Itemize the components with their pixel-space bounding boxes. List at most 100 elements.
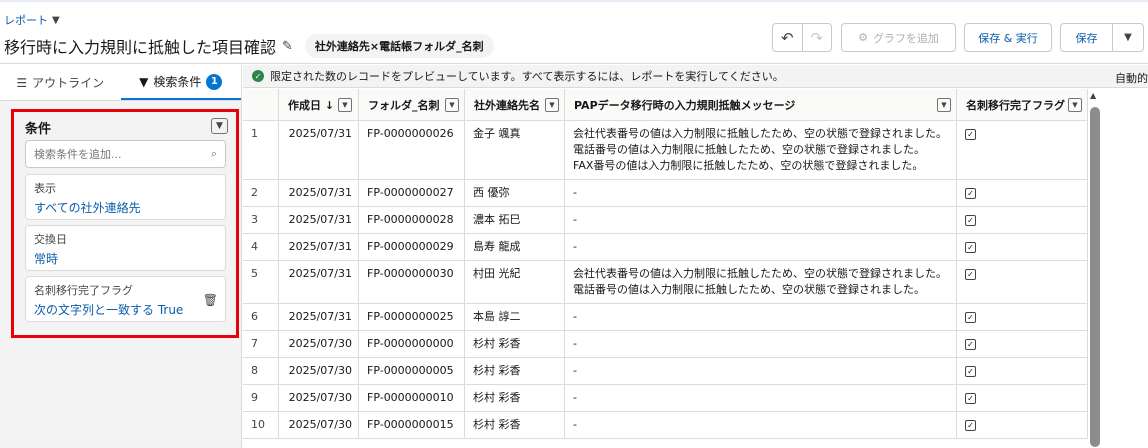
preview-notice-text: 限定された数のレコードをプレビューしています。すべて表示するには、レポートを実行… — [270, 70, 784, 83]
redo-icon[interactable]: ↷ — [803, 29, 832, 47]
undo-icon[interactable]: ↶ — [773, 24, 803, 51]
cell-contact-name: 杉村 彩香 — [465, 331, 565, 357]
cell-message: - — [565, 207, 957, 233]
report-table: 作成日 ↓ ▼ フォルダ_名刺 ▼ 社外連絡先名 ▼ PAPデータ移行時の入力規… — [243, 89, 1088, 439]
pencil-icon[interactable]: ✎ — [282, 39, 293, 54]
cell-folder: FP-0000000025 — [359, 304, 465, 330]
message-line: - — [573, 310, 577, 323]
filter-panel: 条件 ▼ 検索条件を追加... ⌕ 表示 すべての社外連絡先 交換日 常時 名刺… — [11, 109, 239, 338]
cell-folder: FP-0000000000 — [359, 331, 465, 357]
conditions-heading: 条件 — [25, 122, 52, 137]
auto-preview-label: 自動的 — [1115, 72, 1148, 85]
checkbox-checked-icon: ✓ — [965, 312, 976, 323]
column-header[interactable]: フォルダ_名刺 ▼ — [359, 89, 465, 120]
vertical-scrollbar[interactable]: ▲ — [1088, 89, 1102, 448]
chevron-down-icon[interactable]: ▼ — [52, 15, 60, 26]
message-line: - — [573, 213, 577, 226]
cell-message: - — [565, 180, 957, 206]
column-header[interactable]: 作成日 ↓ ▼ — [279, 89, 359, 120]
tab-outline[interactable]: ☰ アウトライン — [0, 65, 121, 100]
cell-date: 2025/07/31 — [279, 121, 359, 179]
table-row: 2 2025/07/31 FP-0000000027 西 優弥 - ✓ — [243, 180, 1088, 207]
cell-folder: FP-0000000015 — [359, 412, 465, 438]
chevron-down-icon[interactable]: ▼ — [1113, 32, 1143, 43]
chevron-down-icon[interactable]: ▼ — [545, 97, 559, 112]
cell-message: 会社代表番号の値は入力制限に抵触したため、空の状態で登録されました。 電話番号の値… — [565, 121, 957, 179]
message-line: 電話番号の値は入力制限に抵触したため、空の状態で登録されました。 — [573, 283, 925, 296]
trash-icon[interactable]: 🗑 — [203, 293, 218, 307]
cell-message: - — [565, 358, 957, 384]
report-preview: ✓ 限定された数のレコードをプレビューしています。すべて表示するには、レポートを… — [243, 65, 1148, 448]
cell-contact-name: 村田 光紀 — [465, 261, 565, 303]
chevron-down-icon[interactable]: ▼ — [445, 97, 459, 112]
cell-contact-name: 杉村 彩香 — [465, 385, 565, 411]
table-body: 1 2025/07/31 FP-0000000026 金子 颯真 会社代表番号の値は入力… — [243, 121, 1088, 439]
tab-filters[interactable]: ▼ 検索条件 1 — [120, 65, 241, 100]
cell-flag: ✓ — [957, 180, 1088, 206]
message-line: - — [573, 337, 577, 350]
filter-count-badge: 1 — [206, 73, 223, 90]
table-row: 3 2025/07/31 FP-0000000028 濃本 拓巳 - ✓ — [243, 207, 1088, 234]
save-button-group: 保存 ▼ — [1060, 23, 1144, 52]
filter-search-input[interactable]: 検索条件を追加... ⌕ — [25, 140, 226, 168]
cell-date: 2025/07/31 — [279, 234, 359, 260]
cell-folder: FP-0000000027 — [359, 180, 465, 206]
cell-folder: FP-0000000010 — [359, 385, 465, 411]
filter-card[interactable]: 名刺移行完了フラグ 次の文字列と一致する True 🗑 — [25, 276, 226, 322]
row-number: 7 — [243, 331, 279, 357]
message-line: 会社代表番号の値は入力制限に抵触したため、空の状態で登録されました。 — [573, 267, 947, 280]
message-line: - — [573, 391, 577, 404]
message-line: FAX番号の値は入力制限に抵触したため、空の状態で登録されました。 — [573, 159, 924, 172]
cell-flag: ✓ — [957, 412, 1088, 438]
tab-filters-label: 検索条件 — [153, 75, 202, 89]
filter-card[interactable]: 表示 すべての社外連絡先 — [25, 174, 226, 220]
row-number: 3 — [243, 207, 279, 233]
breadcrumb[interactable]: レポート ▼ — [4, 12, 60, 28]
message-line: - — [573, 418, 577, 431]
column-header-label: フォルダ_名刺 — [368, 98, 440, 112]
column-header-label: PAPデータ移行時の入力規則抵触メッセージ — [574, 98, 796, 112]
checkbox-checked-icon: ✓ — [965, 420, 976, 431]
filter-search-placeholder[interactable]: 検索条件を追加... — [34, 146, 122, 162]
sidebar: ☰ アウトライン ▼ 検索条件 1 条件 ▼ 検索条件を追加... ⌕ 表示 す… — [0, 65, 242, 448]
filter-icon: ▼ — [139, 74, 149, 89]
message-line: - — [573, 186, 577, 199]
save-button[interactable]: 保存 — [1061, 24, 1113, 51]
chevron-down-icon[interactable]: ▼ — [211, 118, 228, 134]
cell-date: 2025/07/31 — [279, 261, 359, 303]
chevron-down-icon[interactable]: ▼ — [937, 97, 951, 112]
breadcrumb-label[interactable]: レポート — [4, 12, 48, 28]
column-header[interactable]: 社外連絡先名 ▼ — [465, 89, 565, 120]
add-chart-button[interactable]: ⚙ グラフを追加 — [841, 23, 956, 52]
row-number-header — [243, 89, 279, 120]
filter-value: 常時 — [34, 252, 59, 266]
checkbox-checked-icon: ✓ — [965, 339, 976, 350]
filter-value: 次の文字列と一致する True — [34, 303, 184, 317]
table-row: 7 2025/07/30 FP-0000000000 杉村 彩香 - ✓ — [243, 331, 1088, 358]
table-row: 5 2025/07/31 FP-0000000030 村田 光紀 会社代表番号の値は入力… — [243, 261, 1088, 304]
cell-flag: ✓ — [957, 234, 1088, 260]
column-header-label: 名刺移行完了フラグ — [966, 98, 1065, 112]
column-header[interactable]: 名刺移行完了フラグ ▼ — [957, 89, 1088, 120]
row-number: 6 — [243, 304, 279, 330]
chevron-down-icon[interactable]: ▼ — [1068, 97, 1082, 112]
filter-card[interactable]: 交換日 常時 — [25, 225, 226, 271]
chevron-down-icon[interactable]: ▼ — [338, 97, 352, 112]
message-line: 会社代表番号の値は入力制限に抵触したため、空の状態で登録されました。 — [573, 127, 947, 140]
cell-message: - — [565, 234, 957, 260]
table-row: 9 2025/07/30 FP-0000000010 杉村 彩香 - ✓ — [243, 385, 1088, 412]
scrollbar-thumb[interactable] — [1090, 107, 1100, 447]
cell-flag: ✓ — [957, 261, 1088, 303]
cell-contact-name: 島寿 龍成 — [465, 234, 565, 260]
cell-message: - — [565, 331, 957, 357]
scroll-up-icon[interactable]: ▲ — [1090, 91, 1096, 100]
add-chart-label: グラフを追加 — [872, 31, 939, 45]
cell-contact-name: 杉村 彩香 — [465, 358, 565, 384]
cell-flag: ✓ — [957, 331, 1088, 357]
message-line: 電話番号の値は入力制限に抵触したため、空の状態で登録されました。 — [573, 143, 925, 156]
save-and-run-button[interactable]: 保存 & 実行 — [964, 23, 1052, 52]
table-row: 6 2025/07/31 FP-0000000025 本島 諄二 - ✓ — [243, 304, 1088, 331]
row-number: 4 — [243, 234, 279, 260]
column-header[interactable]: PAPデータ移行時の入力規則抵触メッセージ ▼ — [565, 89, 957, 120]
cell-flag: ✓ — [957, 358, 1088, 384]
